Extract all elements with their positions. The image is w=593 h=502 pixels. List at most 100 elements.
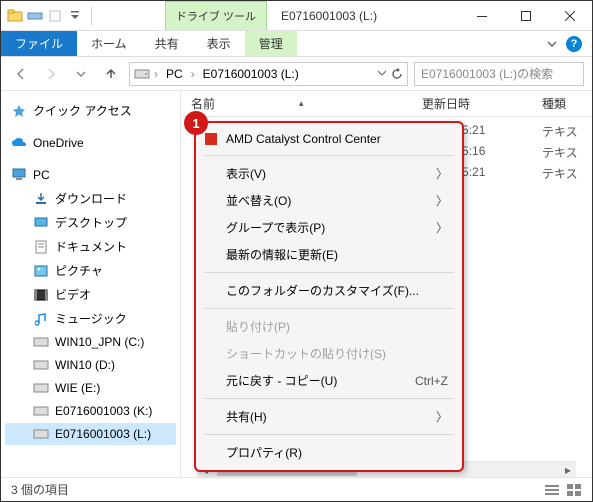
sidebar-item-documents[interactable]: ドキュメント [5,235,176,258]
maximize-button[interactable] [504,1,548,31]
search-placeholder: E0716001003 (L:)の検索 [421,65,553,82]
sidebar-label: デスクトップ [55,214,127,231]
cloud-icon [11,135,27,151]
ctx-amd-catalyst[interactable]: AMD Catalyst Control Center [196,127,462,151]
navigation-bar: › PC › E0716001003 (L:) E0716001003 (L:)… [1,57,592,91]
ctx-customize-folder[interactable]: このフォルダーのカスタマイズ(F)... [196,277,462,304]
breadcrumb-current[interactable]: E0716001003 (L:) [199,67,303,81]
sidebar-quick-access[interactable]: クイック アクセス [5,99,176,122]
ctx-refresh[interactable]: 最新の情報に更新(E) [196,241,462,268]
menu-separator [204,272,454,273]
sidebar-item-drive-e[interactable]: WIE (E:) [5,377,176,399]
sort-asc-icon: ▴ [299,98,304,109]
column-headers: 名前▴ 更新日時 種類 [181,91,592,117]
sidebar-label: ドキュメント [55,238,127,255]
sidebar-item-drive-d[interactable]: WIN10 (D:) [5,354,176,376]
status-bar: 3 個の項目 [1,477,592,501]
sidebar-item-desktop[interactable]: デスクトップ [5,211,176,234]
sidebar-item-videos[interactable]: ビデオ [5,283,176,306]
document-icon [33,239,49,255]
pc-icon [11,167,27,183]
sidebar-label: WIE (E:) [55,381,100,395]
sidebar-item-downloads[interactable]: ダウンロード [5,187,176,210]
drive-icon [33,426,49,442]
sidebar-item-music[interactable]: ミュージック [5,307,176,330]
folder-icon [7,8,23,24]
sidebar-label: ミュージック [55,310,127,327]
chevron-right-icon[interactable]: › [154,67,158,81]
up-button[interactable] [99,62,123,86]
ribbon-collapse-icon[interactable] [546,38,558,50]
drive-mini-icon [27,8,43,24]
qat-dropdown-icon[interactable] [67,8,83,24]
ctx-view[interactable]: 表示(V)〉 [196,160,462,187]
sidebar-pc[interactable]: PC [5,164,176,186]
star-icon [11,103,27,119]
tab-manage[interactable]: 管理 [245,31,297,56]
sidebar-item-drive-k[interactable]: E0716001003 (K:) [5,400,176,422]
ctx-paste-shortcut: ショートカットの貼り付け(S) [196,340,462,367]
scroll-right-icon[interactable]: ▸ [560,462,576,478]
desktop-icon [33,215,49,231]
submenu-arrow-icon: 〉 [436,192,448,209]
pictures-icon [33,263,49,279]
sidebar-label: E0716001003 (K:) [55,404,152,418]
menu-separator [204,308,454,309]
shortcut-label: Ctrl+Z [415,374,448,388]
breadcrumb-pc[interactable]: PC [162,67,187,81]
search-input[interactable]: E0716001003 (L:)の検索 [414,62,584,86]
help-icon[interactable]: ? [566,36,582,52]
menu-separator [204,398,454,399]
column-date[interactable]: 更新日時 [422,95,542,112]
ctx-properties[interactable]: プロパティ(R) [196,439,462,466]
minimize-button[interactable] [460,1,504,31]
sidebar-item-pictures[interactable]: ピクチャ [5,259,176,282]
drive-icon [134,66,150,82]
submenu-arrow-icon: 〉 [436,165,448,182]
close-button[interactable] [548,1,592,31]
download-icon [33,191,49,207]
address-dropdown-icon[interactable] [377,68,387,80]
ctx-paste: 貼り付け(P) [196,313,462,340]
context-menu-container: 1 AMD Catalyst Control Center 表示(V)〉 並べ替… [194,121,464,472]
ctx-group[interactable]: グループで表示(P)〉 [196,214,462,241]
refresh-icon[interactable] [391,68,403,80]
tab-share[interactable]: 共有 [141,31,193,56]
music-icon [33,311,49,327]
ctx-undo[interactable]: 元に戻す - コピー(U)Ctrl+Z [196,367,462,394]
video-icon [33,287,49,303]
title-bar: ドライブ ツール E0716001003 (L:) [1,1,592,31]
separator [91,7,92,25]
back-button[interactable] [9,62,33,86]
sidebar-label: WIN10 (D:) [55,358,115,372]
menu-separator [204,155,454,156]
column-type[interactable]: 種類 [542,95,592,112]
recent-dropdown-icon[interactable] [69,62,93,86]
navigation-pane: クイック アクセス OneDrive PC ダウンロード デスクトップ ドキュメ… [1,91,181,477]
amd-icon [204,132,218,146]
column-name[interactable]: 名前▴ [191,95,422,112]
tab-home[interactable]: ホーム [77,31,141,56]
large-icons-view-icon[interactable] [566,483,582,497]
drive-icon [33,357,49,373]
sidebar-label: PC [33,168,50,182]
ribbon-tabs: ファイル ホーム 共有 表示 管理 ? [1,31,592,57]
tab-view[interactable]: 表示 [193,31,245,56]
context-menu: AMD Catalyst Control Center 表示(V)〉 並べ替え(… [194,121,464,472]
menu-separator [204,434,454,435]
sidebar-item-drive-l[interactable]: E0716001003 (L:) [5,423,176,445]
sidebar-item-drive-c[interactable]: WIN10_JPN (C:) [5,331,176,353]
contextual-tools-header: ドライブ ツール [165,1,267,30]
details-view-icon[interactable] [544,483,560,497]
tab-file[interactable]: ファイル [1,31,77,56]
ctx-sort[interactable]: 並べ替え(O)〉 [196,187,462,214]
sidebar-label: ピクチャ [55,262,103,279]
forward-button[interactable] [39,62,63,86]
chevron-right-icon[interactable]: › [191,67,195,81]
address-bar[interactable]: › PC › E0716001003 (L:) [129,62,408,86]
sidebar-label: OneDrive [33,136,84,150]
annotation-badge: 1 [184,111,208,135]
sidebar-onedrive[interactable]: OneDrive [5,132,176,154]
ctx-share[interactable]: 共有(H)〉 [196,403,462,430]
sidebar-label: E0716001003 (L:) [55,427,151,441]
